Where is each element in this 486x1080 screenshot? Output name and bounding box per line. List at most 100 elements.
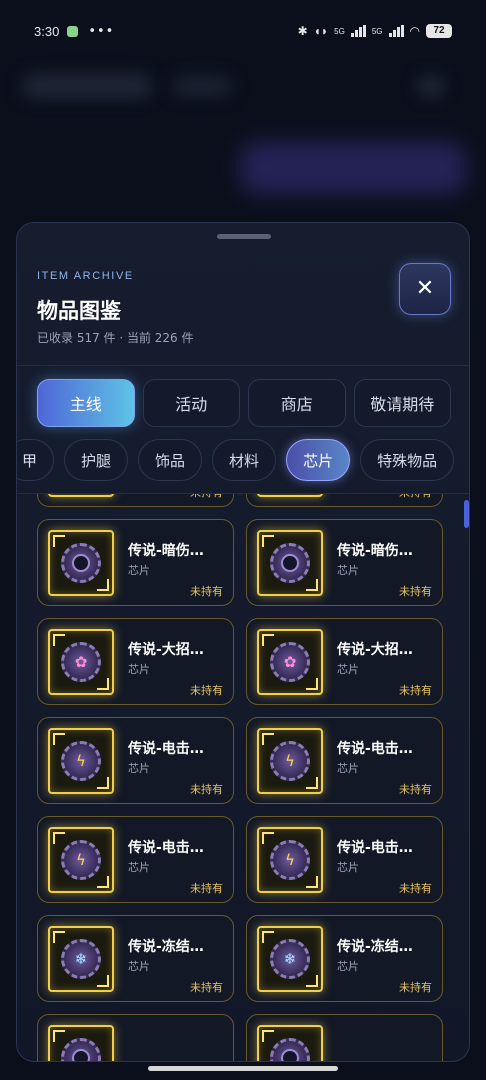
bluetooth-icon: ✱ bbox=[297, 24, 308, 38]
item-card[interactable]: 芯片未持有 bbox=[37, 494, 234, 507]
scrollbar[interactable] bbox=[464, 500, 469, 528]
item-status: 未持有 bbox=[190, 585, 223, 598]
item-card[interactable]: ✿ 传说-大招… 芯片 未持有 bbox=[246, 618, 443, 705]
item-status: 未持有 bbox=[190, 494, 223, 500]
item-type: 芯片 bbox=[128, 762, 150, 775]
item-card[interactable]: 传说-暗伤… 芯片 未持有 bbox=[246, 519, 443, 606]
item-status: 未持有 bbox=[399, 783, 432, 796]
wifi-icon: ◠ bbox=[409, 24, 420, 38]
dark-orb-icon bbox=[270, 543, 310, 583]
item-card[interactable]: ϟ 传说-电击… 芯片 未持有 bbox=[246, 816, 443, 903]
item-card[interactable]: 传说-暗伤… 芯片未持有 bbox=[37, 519, 234, 606]
item-archive-sheet: ITEM ARCHIVE 物品图鉴 已收录 517 件 · 当前 226 件 ✕… bbox=[16, 222, 470, 1062]
item-type: 芯片 bbox=[128, 861, 150, 874]
item-type-filter: 甲 护腿 饰品 材料 芯片 特殊物品 bbox=[17, 439, 455, 481]
chip-special-item[interactable]: 特殊物品 bbox=[360, 439, 455, 481]
item-name: 传说-暗伤… bbox=[128, 543, 204, 559]
network-label-1: 5G bbox=[334, 26, 345, 36]
dark-orb-icon bbox=[61, 1038, 101, 1061]
item-thumbnail bbox=[48, 494, 114, 497]
sheet-title: 物品图鉴 bbox=[37, 299, 121, 323]
item-type: 芯片 bbox=[128, 663, 150, 676]
signal-icon-2 bbox=[388, 25, 404, 37]
item-thumbnail: ϟ bbox=[257, 827, 323, 893]
item-thumbnail bbox=[257, 1025, 323, 1061]
item-name: 传说-电击… bbox=[128, 741, 204, 757]
lightning-icon: ϟ bbox=[61, 840, 101, 880]
item-thumbnail: ϟ bbox=[257, 728, 323, 794]
close-button[interactable]: ✕ bbox=[399, 263, 451, 315]
item-status: 未持有 bbox=[399, 494, 432, 500]
item-type: 芯片 bbox=[337, 861, 359, 874]
tab-main[interactable]: 主线 bbox=[37, 379, 135, 427]
item-thumbnail bbox=[48, 1025, 114, 1061]
tab-event[interactable]: 活动 bbox=[142, 379, 240, 427]
chip-material[interactable]: 材料 bbox=[212, 439, 277, 481]
item-status: 未持有 bbox=[399, 882, 432, 895]
background-title-blur bbox=[22, 74, 152, 98]
item-name: 传说-暗伤… bbox=[337, 543, 413, 559]
item-name: 传说-冻结… bbox=[337, 939, 413, 955]
item-status: 未持有 bbox=[399, 981, 432, 994]
category-tabs: 主线 活动 商店 敬请期待 bbox=[37, 379, 451, 427]
lightning-icon: ϟ bbox=[270, 840, 310, 880]
close-icon: ✕ bbox=[415, 276, 435, 301]
flower-icon: ✿ bbox=[61, 642, 101, 682]
item-type: 芯片 bbox=[128, 564, 150, 577]
header-divider bbox=[17, 365, 469, 366]
status-bar: 3:30 ••• ✱ ◖◗ 5G 5G ◠ 72 bbox=[0, 0, 486, 62]
item-card[interactable]: ❄ 传说-冻结… 芯片未持有 bbox=[37, 915, 234, 1002]
item-thumbnail bbox=[257, 494, 323, 497]
status-time: 3:30 bbox=[34, 23, 60, 39]
background-icon-blur bbox=[416, 74, 446, 98]
background-button-blur bbox=[240, 142, 466, 194]
tab-shop[interactable]: 商店 bbox=[248, 379, 346, 427]
chip-leggings[interactable]: 护腿 bbox=[64, 439, 129, 481]
item-name: 传说-大招… bbox=[128, 642, 204, 658]
signal-icon bbox=[350, 25, 366, 37]
chip-armor[interactable]: 甲 bbox=[17, 439, 55, 481]
tab-coming-soon[interactable]: 敬请期待 bbox=[353, 379, 451, 427]
item-type: 芯片 bbox=[337, 762, 359, 775]
item-card[interactable]: ϟ 传说-电击… 芯片未持有 bbox=[246, 717, 443, 804]
item-thumbnail: ✿ bbox=[48, 629, 114, 695]
dark-orb-icon bbox=[61, 543, 101, 583]
sheet-drag-handle[interactable] bbox=[217, 234, 271, 239]
item-card[interactable] bbox=[246, 1014, 443, 1061]
item-card[interactable]: ✿ 传说-大招… 芯片未持有 bbox=[37, 618, 234, 705]
item-card[interactable]: ϟ 传说-电击… 芯片未持有 bbox=[37, 816, 234, 903]
more-notifications-icon: ••• bbox=[88, 23, 115, 39]
lightning-icon: ϟ bbox=[270, 741, 310, 781]
item-status: 未持有 bbox=[190, 684, 223, 697]
chip-accessory[interactable]: 饰品 bbox=[138, 439, 203, 481]
item-card[interactable]: ❄ 传说-冻结… 芯片未持有 bbox=[246, 915, 443, 1002]
item-card[interactable] bbox=[37, 1014, 234, 1061]
item-grid-viewport[interactable]: 芯片未持有芯片未持有传说-暗伤…芯片未持有传说-暗伤…芯片未持有✿传说-大招…芯… bbox=[17, 494, 469, 1061]
item-name: 传说-大招… bbox=[337, 642, 413, 658]
item-thumbnail: ❄ bbox=[48, 926, 114, 992]
snowflake-icon: ❄ bbox=[61, 939, 101, 979]
chip-chip[interactable]: 芯片 bbox=[286, 439, 351, 481]
item-type: 芯片 bbox=[337, 960, 359, 973]
item-thumbnail: ✿ bbox=[257, 629, 323, 695]
item-card[interactable]: ϟ 传说-电击… 芯片 未持有 bbox=[37, 717, 234, 804]
battery-icon: 72 bbox=[426, 24, 452, 38]
item-thumbnail: ϟ bbox=[48, 827, 114, 893]
item-thumbnail bbox=[48, 530, 114, 596]
home-indicator[interactable] bbox=[148, 1066, 338, 1071]
item-type: 芯片 bbox=[128, 960, 150, 973]
item-type: 芯片 bbox=[337, 564, 359, 577]
collection-count: 已收录 517 件 · 当前 226 件 bbox=[37, 331, 194, 345]
snowflake-icon: ❄ bbox=[270, 939, 310, 979]
item-status: 未持有 bbox=[190, 981, 223, 994]
background-subtitle-blur bbox=[172, 76, 232, 96]
item-name: 传说-电击… bbox=[128, 840, 204, 856]
item-name: 传说-冻结… bbox=[128, 939, 204, 955]
item-card[interactable]: 芯片未持有 bbox=[246, 494, 443, 507]
item-thumbnail: ❄ bbox=[257, 926, 323, 992]
flower-icon: ✿ bbox=[270, 642, 310, 682]
item-status: 未持有 bbox=[399, 684, 432, 697]
lightning-icon: ϟ bbox=[61, 741, 101, 781]
item-status: 未持有 bbox=[190, 882, 223, 895]
item-name: 传说-电击… bbox=[337, 741, 413, 757]
